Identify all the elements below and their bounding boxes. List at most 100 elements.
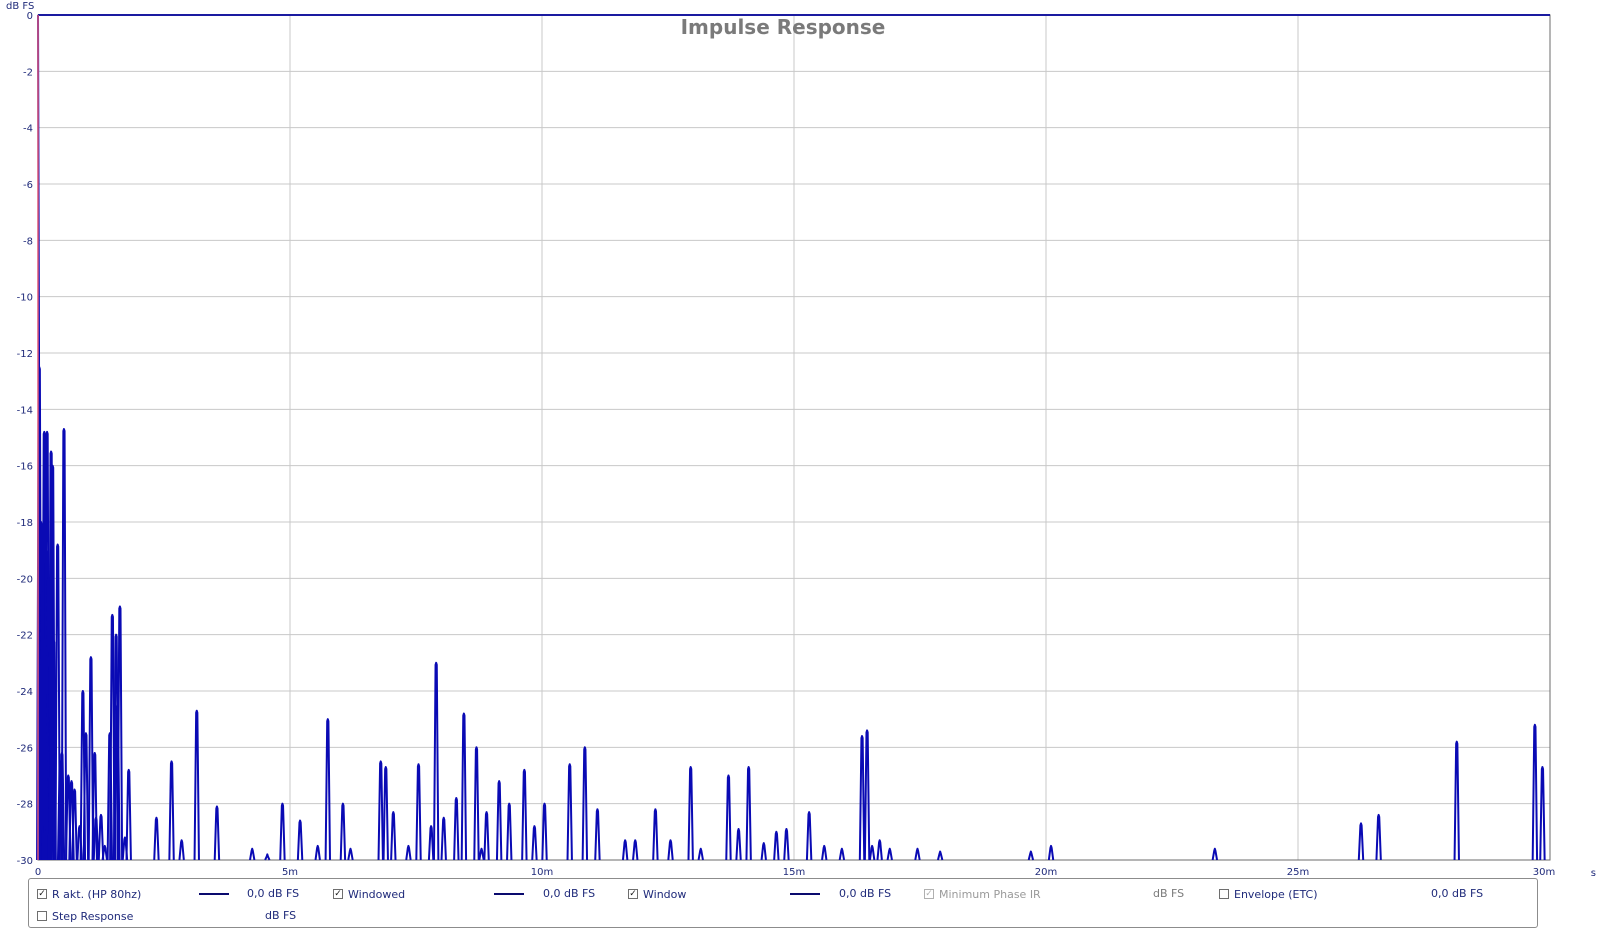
impulse-peak: [868, 844, 876, 861]
impulse-peak: [347, 847, 354, 861]
impulse-peak: [377, 760, 384, 861]
impulse-peak: [506, 802, 513, 861]
impulse-response-plot[interactable]: 0 -2 -4 -6 -8 -10 -12 -14 -16 -18 -20 -22 -24 -26 -28 -…: [0, 0, 1600, 878]
checkbox-envelope[interactable]: [1219, 889, 1229, 899]
x-tick-label: 25m: [1287, 867, 1309, 878]
value-minimum-phase: dB FS: [1153, 887, 1185, 900]
impulse-peak: [427, 825, 435, 861]
y-tick-label: -4: [23, 124, 33, 135]
impulse-peak: [821, 844, 828, 861]
y-tick-label: -18: [17, 518, 33, 529]
x-tick-labels: 0 5m 10m 15m 20m 25m 30m: [35, 867, 1555, 878]
y-tick-label: -6: [23, 180, 33, 191]
impulse-peak: [594, 808, 601, 861]
y-tick-label: -30: [17, 856, 33, 867]
plot-grid: [37, 14, 1551, 861]
impulse-peak: [566, 763, 573, 861]
y-tick-label: -28: [17, 800, 33, 811]
y-tick-label: -8: [23, 236, 33, 247]
x-tick-label: 15m: [783, 867, 805, 878]
swatch-windowed: [494, 893, 524, 895]
checkbox-step-response[interactable]: [37, 911, 47, 921]
impulse-peak: [521, 768, 528, 861]
x-tick-label: 0: [35, 867, 41, 878]
y-tick-label: -2: [23, 67, 33, 78]
impulse-peak: [153, 816, 160, 861]
value-window: 0,0 dB FS: [839, 887, 892, 900]
impulse-peak: [1357, 822, 1365, 861]
impulse-peak: [886, 847, 893, 861]
impulse-peak: [390, 811, 397, 861]
impulse-peak: [453, 797, 460, 861]
impulse-peak: [101, 844, 108, 861]
impulse-peak: [339, 802, 347, 861]
impulse-peak: [863, 729, 871, 861]
y-tick-label: -10: [17, 293, 33, 304]
impulse-peak: [652, 808, 659, 861]
impulse-peak: [745, 766, 752, 861]
value-r-akt: 0,0 dB FS: [247, 887, 300, 900]
legend-item-r-akt[interactable]: ✓ R akt. (HP 80hz): [37, 886, 141, 902]
impulse-peak: [1531, 723, 1539, 861]
legend-item-envelope[interactable]: Envelope (ETC): [1219, 886, 1318, 902]
impulse-peak: [415, 763, 422, 861]
impulse-peak: [1211, 847, 1219, 861]
legend-item-step-response[interactable]: Step Response: [37, 908, 133, 924]
impulse-peak: [1047, 844, 1055, 861]
impulse-peak: [249, 847, 256, 861]
impulse-peak: [936, 850, 944, 861]
impulse-peak: [495, 780, 503, 861]
legend-label-windowed: Windowed: [348, 887, 406, 901]
impulse-peak: [82, 732, 90, 861]
x-tick-label: 10m: [531, 867, 553, 878]
impulse-peak: [667, 839, 674, 861]
y-tick-labels: 0 -2 -4 -6 -8 -10 -12 -14 -16 -18 -20 -22 -24 -26 -28 -…: [17, 11, 33, 867]
impulse-peak: [621, 839, 629, 861]
impulse-peak: [432, 661, 440, 861]
legend-item-minimum-phase: ✓ Minimum Phase IR: [924, 886, 1041, 902]
value-windowed: 0,0 dB FS: [543, 887, 596, 900]
impulse-peak: [838, 847, 846, 861]
impulse-peak: [193, 709, 200, 861]
y-tick-label: -16: [17, 462, 33, 473]
legend-label-step-response: Step Response: [52, 909, 134, 923]
impulse-peak: [440, 816, 447, 861]
value-step-response: dB FS: [265, 909, 297, 922]
impulse-peak: [876, 839, 883, 861]
impulse-peak: [125, 768, 132, 861]
y-tick-label: -20: [17, 574, 33, 585]
y-tick-label: -26: [17, 743, 33, 754]
impulse-peak: [725, 774, 732, 861]
checkbox-minimum-phase: ✓: [924, 888, 934, 899]
impulse-peak: [735, 828, 742, 861]
impulse-peak: [914, 847, 921, 861]
impulse-peak: [858, 735, 866, 861]
legend-item-window[interactable]: ✓ Window: [628, 886, 686, 902]
legend-label-window: Window: [643, 887, 687, 901]
checkbox-window[interactable]: ✓: [628, 889, 638, 899]
impulse-peak: [264, 853, 271, 861]
chart-title: Impulse Response: [681, 15, 886, 39]
legend-item-windowed[interactable]: ✓ Windowed: [333, 886, 405, 902]
impulse-peak: [168, 760, 175, 861]
y-tick-label: -22: [17, 631, 33, 642]
impulse-peak: [1375, 813, 1382, 861]
y-tick-label: -14: [17, 405, 33, 416]
impulse-peak: [405, 844, 412, 861]
impulse-peak: [783, 828, 790, 861]
legend-panel: ✓ R akt. (HP 80hz) 0,0 dB FS ✓ Windowed …: [28, 878, 1538, 928]
impulse-peak: [324, 718, 331, 861]
impulse-peak: [541, 802, 548, 861]
y-tick-label: -12: [17, 349, 33, 360]
impulse-peak: [71, 788, 78, 861]
impulse-peak: [382, 766, 389, 861]
y-axis-unit-label: dB FS: [6, 1, 34, 12]
legend-label-minimum-phase: Minimum Phase IR: [939, 887, 1041, 901]
impulse-peak: [697, 847, 704, 861]
x-tick-label: 30m: [1533, 867, 1555, 878]
x-tick-label: 5m: [282, 867, 298, 878]
impulse-peak: [213, 805, 221, 861]
checkbox-r-akt[interactable]: ✓: [37, 889, 47, 899]
impulse-peak: [460, 712, 468, 861]
checkbox-windowed[interactable]: ✓: [333, 889, 343, 899]
